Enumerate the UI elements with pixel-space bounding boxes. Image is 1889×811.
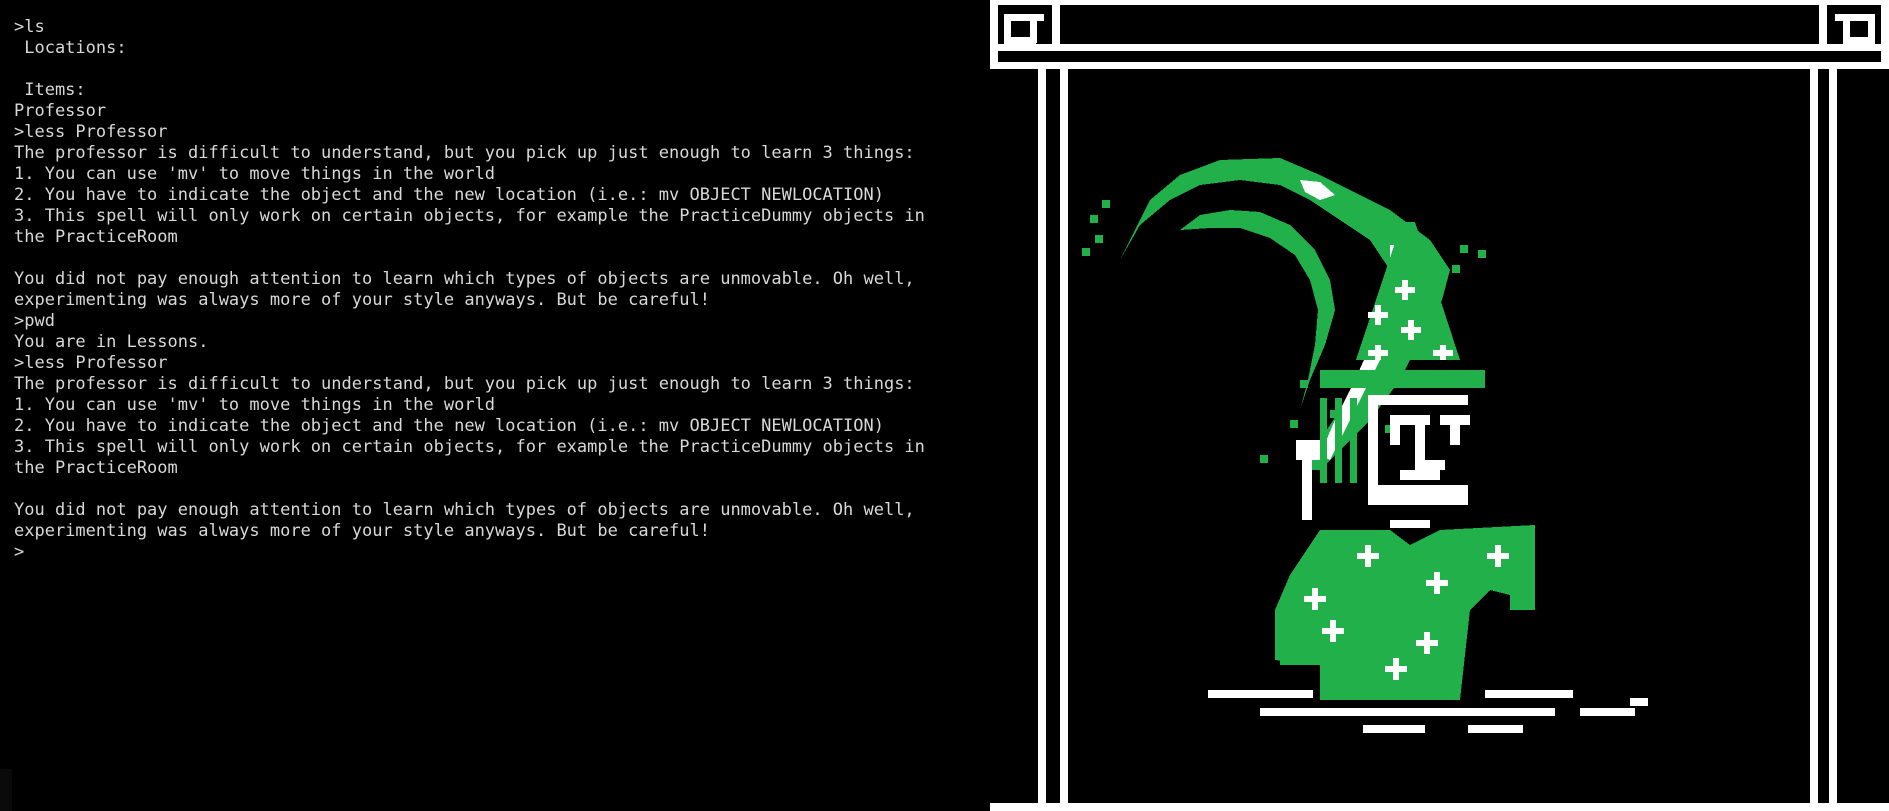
terminal-line: You did not pay enough attention to lear…	[14, 500, 915, 520]
terminal-line: the PracticeRoom	[14, 458, 178, 478]
terminal-line: >ls	[14, 17, 45, 37]
terminal-line: The professor is difficult to understand…	[14, 374, 915, 394]
game-screen: >ls Locations: Items: Professor >less Pr…	[0, 0, 1889, 811]
professor-portrait	[990, 0, 1889, 811]
scrollbar-stub	[0, 769, 12, 811]
terminal-line: 1. You can use 'mv' to move things in th…	[14, 395, 496, 415]
terminal-line: 3. This spell will only work on certain …	[14, 206, 925, 226]
terminal-line: 1. You can use 'mv' to move things in th…	[14, 164, 496, 184]
terminal-line: Professor	[14, 101, 107, 121]
wizard-figure	[1082, 158, 1648, 733]
terminal-line: 2. You have to indicate the object and t…	[14, 416, 884, 436]
wizard-robe	[1275, 525, 1535, 700]
terminal-line: >less Professor	[14, 122, 168, 142]
terminal-line: The professor is difficult to understand…	[14, 143, 915, 163]
terminal-line: 3. This spell will only work on certain …	[14, 437, 925, 457]
terminal-line: >less Professor	[14, 353, 168, 373]
terminal-line: experimenting was always more of your st…	[14, 521, 710, 541]
character-portrait-panel	[990, 0, 1889, 811]
terminal-line: Locations:	[14, 38, 127, 58]
terminal-line: You did not pay enough attention to lear…	[14, 269, 915, 289]
terminal-line: Items:	[14, 80, 86, 100]
terminal-line: You are in Lessons.	[14, 332, 209, 352]
terminal-line: 2. You have to indicate the object and t…	[14, 185, 884, 205]
terminal-line: experimenting was always more of your st…	[14, 290, 710, 310]
terminal-line: the PracticeRoom	[14, 227, 178, 247]
terminal-line: >pwd	[14, 311, 55, 331]
terminal-prompt[interactable]: >	[14, 542, 925, 563]
terminal-panel[interactable]: >ls Locations: Items: Professor >less Pr…	[0, 0, 990, 811]
terminal-output: >ls Locations: Items: Professor >less Pr…	[14, 17, 925, 563]
